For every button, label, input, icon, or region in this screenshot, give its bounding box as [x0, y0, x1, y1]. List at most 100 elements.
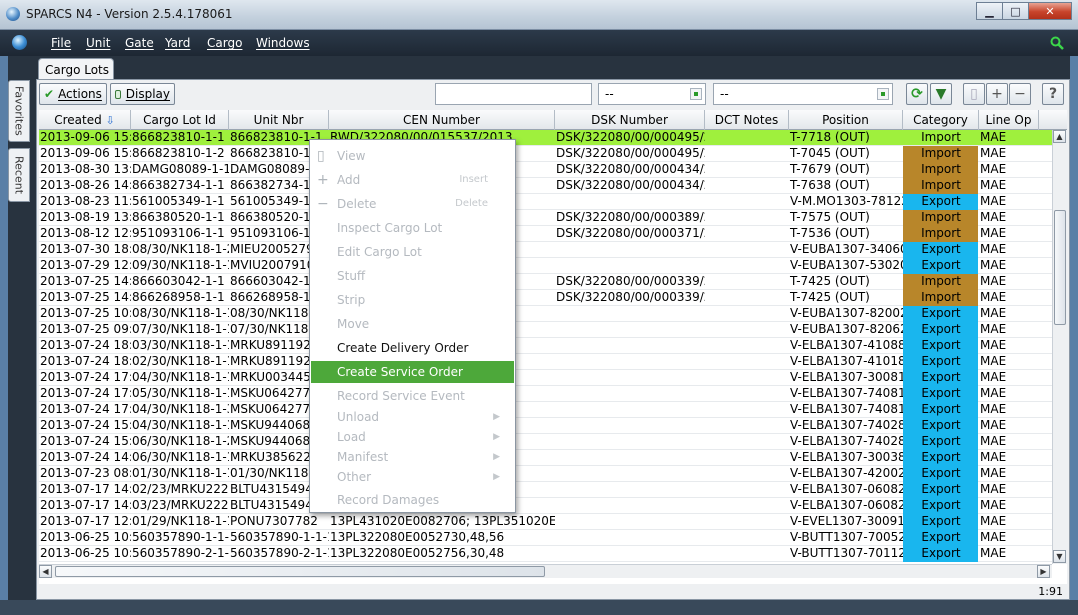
- table-row[interactable]: 2013-07-24 18:4203/30/NK118-1-1MRKU89119…: [39, 338, 1052, 354]
- submenu-arrow-icon: ▶: [493, 472, 500, 482]
- vertical-scroll-thumb[interactable]: [1054, 210, 1066, 325]
- table-row[interactable]: 2013-07-23 08:2501/30/NK118-1-101/30/NK1…: [39, 466, 1052, 482]
- help-icon[interactable]: ?: [1042, 83, 1064, 105]
- cell-op: MAE: [980, 370, 1007, 384]
- context-menu-item[interactable]: + Add Insert: [311, 169, 514, 191]
- column-dsk-number[interactable]: DSK Number: [555, 110, 705, 130]
- copy-icon[interactable]: ▯: [963, 83, 985, 105]
- cell-created: 2013-08-23 11:42: [40, 194, 131, 208]
- table-row[interactable]: 2013-08-12 12:34951093106-1-1951093106-1…: [39, 226, 1052, 242]
- table-row[interactable]: 2013-08-26 14:14866382734-1-1866382734-1…: [39, 178, 1052, 194]
- context-menu-item[interactable]: Edit Cargo Lot: [311, 241, 514, 263]
- context-menu-item[interactable]: Other ▶: [311, 466, 514, 488]
- context-menu-item[interactable]: ▯ View: [311, 145, 514, 167]
- context-menu-item[interactable]: Inspect Cargo Lot: [311, 217, 514, 239]
- cell-lot: 09/30/NK118-1-1: [132, 258, 229, 272]
- search-input[interactable]: [435, 83, 592, 105]
- table-row[interactable]: 2013-09-06 15:43866823810-1-1866823810-1…: [39, 130, 1052, 146]
- context-menu-item[interactable]: Record Service Event: [311, 385, 514, 407]
- table-row[interactable]: 2013-07-24 17:0004/30/NK118-1-3MSKU06427…: [39, 402, 1052, 418]
- context-menu-item[interactable]: Load ▶: [311, 426, 514, 448]
- table-row[interactable]: 2013-07-24 18:4202/30/NK118-1-1MRKU89119…: [39, 354, 1052, 370]
- filter-select-2[interactable]: --: [713, 83, 893, 105]
- column-cen-number[interactable]: CEN Number: [329, 110, 555, 130]
- close-button[interactable]: ✕: [1028, 2, 1072, 20]
- minimize-button[interactable]: ▁: [976, 2, 1002, 20]
- side-tab-favorites[interactable]: Favorites: [8, 80, 30, 142]
- table-row[interactable]: 2013-07-30 18:0708/30/NK118-1-2MIEU20052…: [39, 242, 1052, 258]
- scroll-down-icon[interactable]: ▼: [1053, 550, 1066, 563]
- cell-notes: [705, 226, 789, 242]
- actions-button[interactable]: ✔ Actions: [39, 83, 107, 105]
- cell-pos: T-7638 (OUT): [790, 178, 870, 192]
- table-row[interactable]: 2013-07-25 10:0108/30/NK118-1-108/30/NK1…: [39, 306, 1052, 322]
- add-icon[interactable]: +: [986, 83, 1008, 105]
- table-row[interactable]: 2013-09-06 15:43866823810-1-2866823810-1…: [39, 146, 1052, 162]
- scroll-up-icon[interactable]: ▲: [1053, 130, 1066, 143]
- table-row[interactable]: 2013-07-25 14:43866603042-1-1866603042-1…: [39, 274, 1052, 290]
- cell-dsk: DSK/322080/00/000389/2013: [556, 210, 705, 224]
- maximize-button[interactable]: □: [1002, 2, 1028, 20]
- cell-cat: Export: [903, 466, 978, 482]
- column-category[interactable]: Category: [903, 110, 979, 130]
- table-row[interactable]: 2013-07-24 14:3206/30/NK118-1-1MRKU38562…: [39, 450, 1052, 466]
- menu-gate[interactable]: Gate: [125, 36, 154, 50]
- cell-op: MAE: [980, 514, 1007, 528]
- context-menu-item[interactable]: Unload ▶: [311, 406, 514, 428]
- table-row[interactable]: 2013-07-24 17:0504/30/NK118-1-1MRKU00344…: [39, 370, 1052, 386]
- column-line-op[interactable]: Line Op: [979, 110, 1039, 130]
- globe-icon[interactable]: [12, 35, 27, 50]
- context-menu-item[interactable]: Stuff: [311, 265, 514, 287]
- table-row[interactable]: 2013-07-29 12:0509/30/NK118-1-1MVIU20079…: [39, 258, 1052, 274]
- table-row[interactable]: 2013-07-17 14:0003/23/MRKU222...BLTU4315…: [39, 498, 1052, 514]
- table-row[interactable]: 2013-07-24 15:5204/30/NK118-1-1MSKU94406…: [39, 418, 1052, 434]
- remove-icon[interactable]: −: [1009, 83, 1031, 105]
- table-row[interactable]: 2013-07-25 09:5307/30/NK118-1-107/30/NK1…: [39, 322, 1052, 338]
- scroll-right-icon[interactable]: ▶: [1037, 565, 1050, 578]
- table-row[interactable]: 2013-07-17 14:0002/23/MRKU222...BLTU4315…: [39, 482, 1052, 498]
- table-row[interactable]: 2013-07-24 15:4806/30/NK118-1-2MSKU94406…: [39, 434, 1052, 450]
- context-menu-item[interactable]: Strip: [311, 289, 514, 311]
- context-menu-label: Edit Cargo Lot: [337, 245, 422, 259]
- column-cargo-lot-id[interactable]: Cargo Lot Id: [131, 110, 229, 130]
- horizontal-scroll-thumb[interactable]: [55, 566, 545, 577]
- column-unit-nbr[interactable]: Unit Nbr: [229, 110, 329, 130]
- scroll-left-icon[interactable]: ◀: [39, 565, 52, 578]
- table-row[interactable]: 2013-07-24 17:0105/30/NK118-1-1MSKU06427…: [39, 386, 1052, 402]
- dropdown-icon[interactable]: [690, 88, 702, 100]
- search-icon[interactable]: [1050, 36, 1064, 50]
- horizontal-scrollbar[interactable]: ◀ ▶: [39, 564, 1052, 578]
- display-button[interactable]: Display: [110, 83, 175, 105]
- table-row[interactable]: 2013-07-25 14:42866268958-1-1866268958-1…: [39, 290, 1052, 306]
- menu-yard[interactable]: Yard: [165, 36, 190, 50]
- column-created[interactable]: Created ⇩: [39, 110, 131, 130]
- cell-created: 2013-07-23 08:25: [40, 466, 131, 480]
- table-row[interactable]: 2013-06-25 10:20560357890-2-1-1560357890…: [39, 546, 1052, 562]
- filter-select-1[interactable]: --: [598, 83, 706, 105]
- menu-windows[interactable]: Windows: [256, 36, 310, 50]
- table-row[interactable]: 2013-07-17 12:3401/29/NK118-1-1PONU73077…: [39, 514, 1052, 530]
- cell-created: 2013-06-25 10:20: [40, 546, 131, 560]
- context-menu-item[interactable]: − Delete Delete: [311, 193, 514, 215]
- table-row[interactable]: 2013-08-23 11:42561005349-1-1561005349-1…: [39, 194, 1052, 210]
- context-menu-item[interactable]: Manifest ▶: [311, 446, 514, 468]
- cell-pos: V-EVEL1307-300916: [790, 514, 903, 528]
- side-tab-recent[interactable]: Recent: [8, 148, 30, 202]
- table-row[interactable]: 2013-06-25 10:41560357890-1-1-1-15603578…: [39, 530, 1052, 546]
- context-menu-item[interactable]: Create Service Order: [311, 361, 514, 383]
- menu-unit[interactable]: Unit: [86, 36, 110, 50]
- menu-cargo[interactable]: Cargo: [207, 36, 242, 50]
- context-menu-item[interactable]: Record Damages: [311, 489, 514, 511]
- menu-file[interactable]: File: [51, 36, 71, 50]
- table-row[interactable]: 2013-08-30 13:47DAMG08089-1-1DAMG08089-1…: [39, 162, 1052, 178]
- refresh-icon[interactable]: ⟳: [906, 83, 928, 105]
- column-dct-notes[interactable]: DCT Notes: [705, 110, 789, 130]
- context-menu-item[interactable]: Move: [311, 313, 514, 335]
- context-menu-item[interactable]: Create Delivery Order: [311, 337, 514, 359]
- table-row[interactable]: 2013-08-19 13:08866380520-1-1866380520-1…: [39, 210, 1052, 226]
- vertical-scrollbar[interactable]: ▲ ▼: [1052, 130, 1067, 564]
- dropdown-icon[interactable]: [877, 88, 889, 100]
- filter-icon[interactable]: ▼: [930, 83, 952, 105]
- column-position[interactable]: Position: [789, 110, 903, 130]
- tab-cargo-lots[interactable]: Cargo Lots: [38, 58, 114, 80]
